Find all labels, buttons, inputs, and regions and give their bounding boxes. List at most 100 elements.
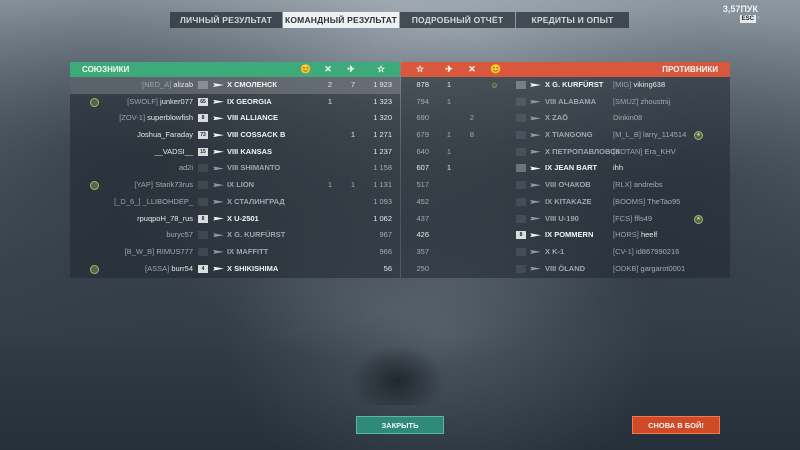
- enemies-list: 878 1 ☺ X G. KURFÜRST [MIG] viking638 794 1 VII…: [401, 77, 730, 277]
- ship-name-group: VIII U-190: [545, 211, 579, 228]
- enemy-row[interactable]: 690 2 X ZAŌ Dinkin08: [401, 110, 730, 127]
- ship-class-icon: [530, 83, 541, 87]
- ally-row[interactable]: [SWOLF] junker077 65 IX GEORGIA 1 1 323: [70, 94, 400, 111]
- enemy-row[interactable]: 517 VIII ОЧАКОВ [RLX] andreibs: [401, 177, 730, 194]
- ship-name-group: X TIANGONG: [545, 127, 593, 144]
- tab-detailed-report[interactable]: ПОДРОБНЫЙ ОТЧЁТ: [400, 12, 515, 28]
- medal-icon: ★: [694, 214, 703, 224]
- smile-icon: 😊: [300, 64, 312, 74]
- rank-badge: 65: [198, 97, 208, 106]
- rank-badge: [198, 247, 208, 256]
- enemy-row[interactable]: 640 1 X ПЕТРОПАВЛОВСК [BOTAN] Era_KHV: [401, 144, 730, 161]
- ally-row[interactable]: rpuqpoH_78_rus 8 X U-2501 1 062: [70, 211, 400, 228]
- ally-row[interactable]: [B_W_B] RIMUS777 IX MAFFITT 966: [70, 244, 400, 261]
- player-name-group: [NED_A] alizab: [142, 77, 193, 94]
- result-tabs: ЛИЧНЫЙ РЕЗУЛЬТАТ КОМАНДНЫЙ РЕЗУЛЬТАТ ПОД…: [170, 12, 630, 28]
- tab-personal-result[interactable]: ЛИЧНЫЙ РЕЗУЛЬТАТ: [170, 12, 282, 28]
- rank-badge: [516, 264, 526, 273]
- ship-name: KANSAS: [240, 146, 273, 156]
- tab-credits-xp[interactable]: КРЕДИТЫ И ОПЫТ: [516, 12, 629, 28]
- rank-badge: [198, 197, 208, 206]
- enemy-row[interactable]: 357 X K-1 [CV-1] id867990216: [401, 244, 730, 261]
- battle-again-button[interactable]: СНОВА В БОЙ!: [632, 416, 720, 434]
- close-icon[interactable]: ×: [757, 15, 761, 23]
- esc-key-badge[interactable]: ESC: [739, 15, 756, 23]
- score-value: 1 131: [373, 180, 392, 190]
- ally-row[interactable]: [ZOV-1] superblowfish 8 VIII ALLIANCE 1 320: [70, 110, 400, 127]
- kills-value: 1: [327, 96, 332, 106]
- rank-badge: 8: [516, 231, 526, 240]
- rank-badge: 8: [198, 114, 208, 123]
- enemy-row[interactable]: 452 IX KITAKAZE [BOOMS] TheTao95: [401, 194, 730, 211]
- rank-badge: [516, 114, 526, 123]
- ship-name-group: X СТАЛИНГРАД: [227, 194, 285, 211]
- ship-name: ОЧАКОВ: [558, 180, 591, 190]
- enemy-row[interactable]: 679 1 8 X TIANGONG [M_L_B] larry_114514 ★: [401, 127, 730, 144]
- medal-icon: [90, 264, 99, 274]
- ally-row[interactable]: Joshua_Faraday 73 VIII COSSACK B 1 1 271: [70, 127, 400, 144]
- score-value: 1 062: [373, 213, 392, 223]
- ally-row[interactable]: __VADSI__ 15 VIII KANSAS 1 237: [70, 144, 400, 161]
- close-button[interactable]: ЗАКРЫТЬ: [356, 416, 444, 434]
- ally-row[interactable]: [ASSA] burr54 4 X SHIKISHIMA 56: [70, 261, 400, 278]
- ship-name: СМОЛЕНСК: [234, 80, 277, 89]
- player-name: Joshua_Faraday: [137, 130, 193, 140]
- ship-name-group: IX KITAKAZE: [545, 194, 592, 211]
- enemy-row[interactable]: 878 1 ☺ X G. KURFÜRST [MIG] viking638: [401, 77, 730, 94]
- ally-row[interactable]: [YAP] Starik73rus IX LION 1 1 1 131: [70, 177, 400, 194]
- enemy-row[interactable]: 607 1 IX JEAN BART ihh: [401, 160, 730, 177]
- ship-name: LION: [236, 180, 255, 190]
- ally-row[interactable]: [_D_6_] _LLIBOHDEP_ X СТАЛИНГРАД 1 093: [70, 194, 400, 211]
- ship-class-icon: [213, 266, 224, 271]
- planes-value: 1: [446, 146, 451, 156]
- ship-name: TIANGONG: [552, 130, 593, 140]
- ship-name: ALABAMA: [558, 96, 596, 106]
- enemy-row[interactable]: 250 VIII ÖLAND [ODKB] gargarot0001: [401, 261, 730, 278]
- ship-name-group: IX POMMERN: [545, 227, 593, 244]
- rank-badge: [516, 147, 526, 156]
- ship-class-icon: [530, 249, 541, 254]
- rank-badge: [516, 81, 526, 89]
- player-name: superblowfish: [147, 113, 193, 123]
- ship-name-group: X ПЕТРОПАВЛОВСК: [545, 144, 620, 161]
- clan-tag: [SMUZ]: [613, 96, 639, 106]
- player-name-group: [M_L_B] larry_114514: [613, 127, 686, 144]
- score-value: 426: [416, 230, 429, 240]
- score-value: 56: [383, 263, 392, 273]
- kills-value: 2: [469, 113, 474, 123]
- ship-tier: VIII: [227, 113, 239, 123]
- enemy-row[interactable]: 426 8 IX POMMERN [HORS] heelf: [401, 227, 730, 244]
- ally-row[interactable]: buryc57 X G. KURFÜRST 967: [70, 227, 400, 244]
- player-name: _LLIBOHDEP_: [142, 196, 193, 206]
- ship-name-group: X G. KURFÜRST: [545, 77, 603, 94]
- rank-badge: [516, 181, 526, 190]
- enemy-row[interactable]: 794 1 VIII ALABAMA [SMUZ] zhoustnij: [401, 94, 730, 111]
- score-value: 1 923: [373, 80, 392, 89]
- ship-silhouette: [350, 345, 445, 405]
- star-icon: ☆: [376, 64, 386, 74]
- score-value: 1 320: [373, 113, 392, 123]
- ship-name-group: X G. KURFÜRST: [227, 227, 285, 244]
- player-name: rpuqpoH_78_rus: [137, 213, 193, 223]
- ship-name-group: X K-1: [545, 244, 564, 261]
- rank-badge: [516, 164, 526, 173]
- ship-class-icon: [530, 116, 541, 121]
- player-name: junker077: [160, 96, 193, 106]
- planes-value: 1: [350, 130, 355, 140]
- score-value: 640: [416, 146, 429, 156]
- kills-value: 1: [327, 180, 332, 190]
- tab-team-result[interactable]: КОМАНДНЫЙ РЕЗУЛЬТАТ: [283, 12, 399, 28]
- player-name-group: [FCS] ffls49: [613, 211, 652, 228]
- enemy-row[interactable]: 437 VIII U-190 [FCS] ffls49 ★: [401, 211, 730, 228]
- player-name-group: [YAP] Starik73rus: [134, 177, 193, 194]
- medal-icon: [90, 97, 99, 107]
- ally-row[interactable]: ad2i VIII SHIMANTO 1 158: [70, 160, 400, 177]
- crown-icon: [300, 81, 309, 90]
- ally-row[interactable]: [NED_A] alizab X СМОЛЕНСК 2 7 1 923: [70, 77, 400, 94]
- player-name: andreibs: [633, 180, 663, 190]
- player-name-group: buryc57: [166, 227, 193, 244]
- clan-tag: [_D_6_]: [114, 196, 141, 206]
- planes-value: 1: [350, 180, 355, 190]
- clan-tag: [FCS]: [613, 213, 633, 223]
- ship-name: MAFFITT: [236, 246, 269, 256]
